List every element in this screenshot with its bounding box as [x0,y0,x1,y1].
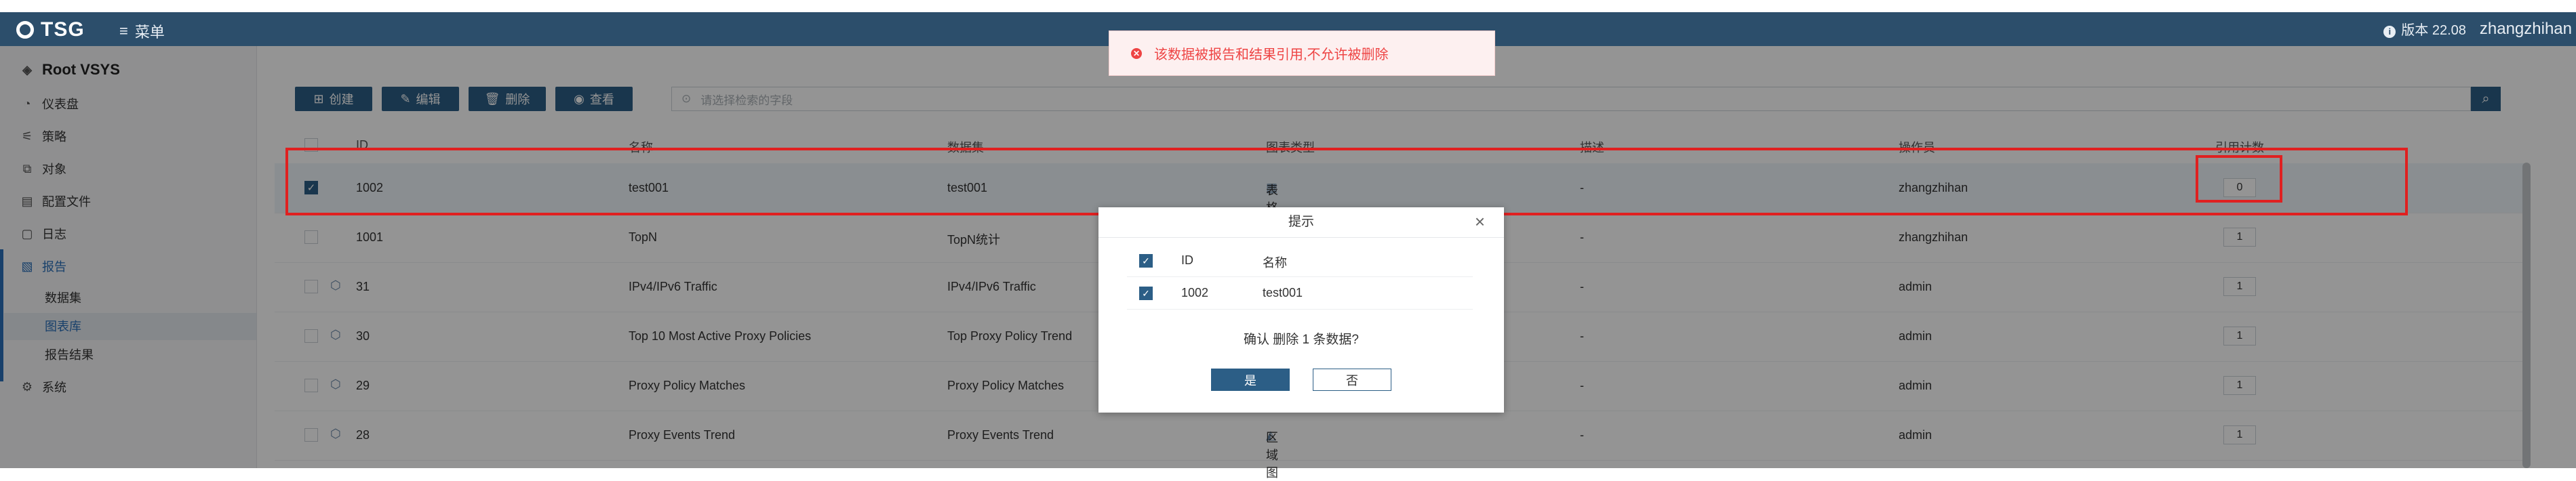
dialog-table-row: ✓ 1002 test001 [1127,278,1473,310]
logo: TSG [16,18,85,41]
confirm-yes-button[interactable]: 是 [1211,369,1290,391]
confirm-dialog: 提示 × ✓ ID 名称 ✓ 1002 test001 确认 删除 1 条数据?… [1098,207,1504,413]
dialog-cell-name: test001 [1263,286,1303,299]
dialog-header-checkbox[interactable]: ✓ [1139,254,1153,268]
hamburger-icon: ≡ [119,22,128,39]
top-strip [0,0,2576,12]
info-icon: i [2383,25,2396,38]
dialog-table-header: ✓ ID 名称 [1127,245,1473,277]
logo-mark-icon [16,21,34,39]
dialog-message: 确认 删除 1 条数据? [1244,333,1359,347]
error-toast: ✕ 该数据被报告和结果引用,不允许被删除 [1109,30,1495,76]
dialog-row-checkbox[interactable]: ✓ [1139,287,1153,300]
menu-toggle-button[interactable]: ≡ 菜单 [119,20,165,42]
menu-label: 菜单 [134,24,165,41]
highlight-reference-count [2196,155,2282,203]
highlight-selected-row [285,148,2408,215]
user-menu[interactable]: zhangzhihan [2480,20,2572,39]
dialog-col-id: ID [1181,253,1193,267]
confirm-no-button[interactable]: 否 [1313,369,1391,391]
dialog-col-name: 名称 [1263,256,1287,270]
dialog-cell-id: 1002 [1181,286,1209,299]
toast-message: 该数据被报告和结果引用,不允许被删除 [1154,47,1389,62]
version-info: i 版本 22.08 [2383,19,2466,39]
close-icon[interactable]: × [1475,213,1485,230]
dialog-title: 提示 [1098,207,1504,238]
logo-text: TSG [41,18,85,41]
error-icon: ✕ [1131,47,1142,59]
version-label: 版本 22.08 [2401,23,2466,38]
header-right: i 版本 22.08 zhangzhihan [2383,19,2576,39]
